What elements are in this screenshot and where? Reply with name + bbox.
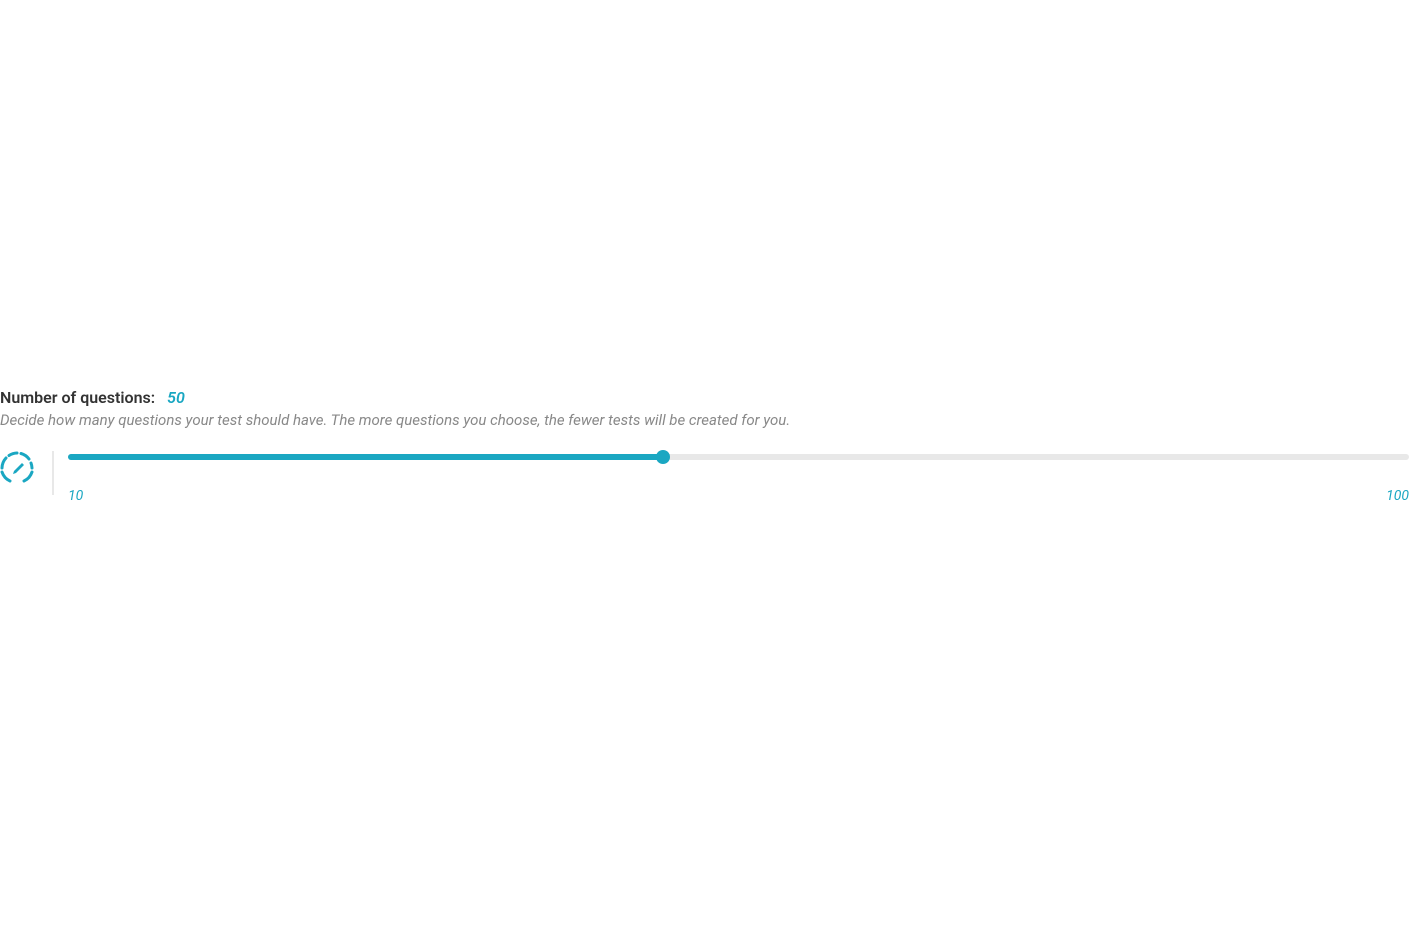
slider-fill [68, 454, 663, 460]
slider-max-label: 100 [1386, 488, 1409, 504]
vertical-divider [52, 451, 54, 495]
slider-min-label: 10 [68, 488, 83, 504]
questions-count-slider[interactable] [68, 454, 1409, 460]
questions-count-label: Number of questions: [0, 388, 155, 407]
questions-count-value: 50 [167, 388, 185, 407]
speedometer-edit-icon [0, 451, 34, 485]
questions-count-description: Decide how many questions your test shou… [0, 411, 1409, 429]
slider-thumb[interactable] [656, 450, 670, 464]
